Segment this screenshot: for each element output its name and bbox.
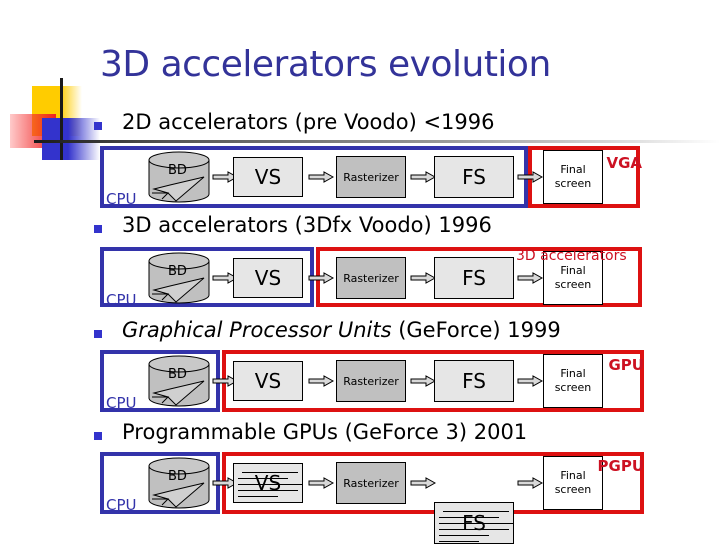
fragment-shader-box: FS — [434, 360, 514, 402]
bullet-marker — [94, 330, 102, 338]
bullet-marker — [94, 225, 102, 233]
db-label: BD — [168, 367, 187, 382]
vertex-shader-box: VS — [233, 258, 303, 298]
rasterizer-box: Rasterizer — [336, 462, 406, 504]
db-label: BD — [168, 469, 187, 484]
final-label: Final — [560, 469, 586, 482]
slide-title: 3D accelerators evolution — [100, 44, 551, 85]
arrow-right-icon — [517, 272, 543, 284]
final-label: Final — [560, 163, 586, 176]
vertex-shader-box: VS — [233, 463, 303, 503]
arrow-right-icon — [308, 272, 334, 284]
rasterizer-box: Rasterizer — [336, 360, 406, 402]
fs-label: FS — [462, 369, 486, 393]
hardware-label: 3D accelerators — [516, 248, 627, 264]
arrow-right-icon — [517, 477, 543, 489]
hardware-label: PGPU — [597, 457, 644, 475]
cpu-label: CPU — [106, 394, 137, 412]
vs-label: VS — [254, 369, 282, 393]
rasterizer-box: Rasterizer — [336, 257, 406, 299]
fs-label: FS — [462, 511, 486, 535]
db-label: BD — [168, 163, 187, 178]
fs-label: FS — [462, 266, 486, 290]
arrow-right-icon — [410, 477, 436, 489]
cpu-label: CPU — [106, 190, 137, 208]
bullet-text: 2D accelerators (pre Voodo) <1996 — [122, 110, 495, 134]
vertex-shader-box: VS — [233, 157, 303, 197]
vs-label: VS — [254, 165, 282, 189]
arrow-right-icon — [517, 171, 543, 183]
vs-label: VS — [254, 471, 282, 495]
screen-label: screen — [554, 381, 592, 394]
decor-vertical-line — [60, 78, 63, 160]
arrow-right-icon — [410, 375, 436, 387]
cpu-label: CPU — [106, 291, 137, 309]
arrow-right-icon — [517, 375, 543, 387]
bullet-text: Programmable GPUs (GeForce 3) 2001 — [122, 420, 528, 444]
db-label: BD — [168, 264, 187, 279]
screen-label: screen — [554, 278, 592, 291]
bullet-text: Graphical Processor Units (GeForce) 1999 — [122, 318, 561, 342]
arrow-right-icon — [410, 272, 436, 284]
final-label: Final — [560, 367, 586, 380]
decor-horizontal-line — [34, 140, 720, 143]
fragment-shader-box: FS — [434, 156, 514, 198]
hardware-label: GPU — [608, 356, 645, 374]
rasterizer-box: Rasterizer — [336, 156, 406, 198]
final-screen-box: Final screen — [543, 354, 603, 408]
bullet-text: 3D accelerators (3Dfx Voodo) 1996 — [122, 213, 492, 237]
arrow-right-icon — [410, 171, 436, 183]
vs-label: VS — [254, 266, 282, 290]
final-screen-box: Final screen — [543, 456, 603, 510]
cpu-label: CPU — [106, 496, 137, 514]
arrow-right-icon — [308, 375, 334, 387]
bullet-marker — [94, 432, 102, 440]
vertex-shader-box: VS — [233, 361, 303, 401]
bullet-marker — [94, 122, 102, 130]
screen-label: screen — [554, 177, 592, 190]
final-screen-box: Final screen — [543, 150, 603, 204]
final-label: Final — [560, 264, 586, 277]
bullet-italic-part: Graphical Processor Units — [122, 318, 392, 342]
screen-label: screen — [554, 483, 592, 496]
arrow-right-icon — [308, 171, 334, 183]
hardware-label: VGA — [606, 154, 642, 172]
arrow-right-icon — [308, 477, 334, 489]
fs-label: FS — [462, 165, 486, 189]
fragment-shader-box: FS — [434, 257, 514, 299]
fragment-shader-box: FS — [434, 502, 514, 544]
bullet-rest-part: (GeForce) 1999 — [391, 318, 561, 342]
decor-blue-square — [42, 118, 100, 160]
